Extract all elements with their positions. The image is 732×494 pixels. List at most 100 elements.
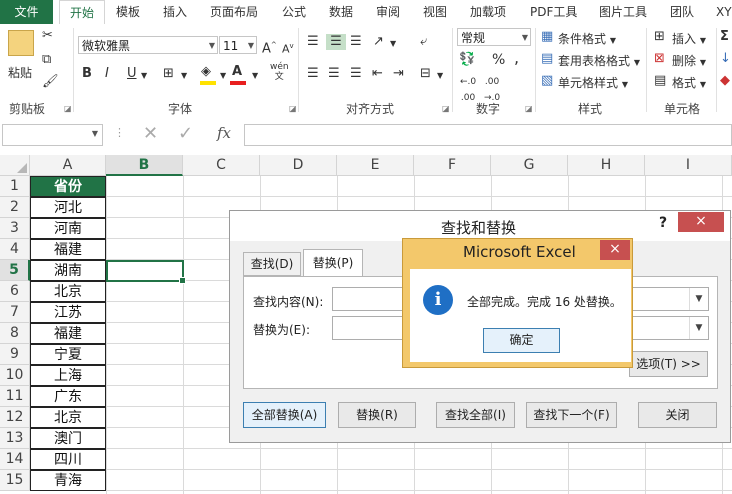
cell-styles-button[interactable]: 单元格样式 ▼ xyxy=(558,74,628,91)
formula-input[interactable] xyxy=(244,124,732,146)
format-cells-button[interactable]: 格式 ▼ xyxy=(672,74,706,91)
column-header-i[interactable]: I xyxy=(645,155,732,176)
tab-review[interactable]: 审阅 xyxy=(376,0,400,24)
row-header[interactable]: 3 xyxy=(0,218,30,239)
font-name-combo[interactable]: 微软雅黑 ▼ xyxy=(78,36,218,54)
replace-all-button[interactable]: 全部替换(A) xyxy=(243,402,326,428)
column-header-f[interactable]: F xyxy=(414,155,491,176)
active-cell-b5[interactable] xyxy=(106,260,186,284)
number-format-combo[interactable]: 常规 ▼ xyxy=(457,28,531,46)
find-next-button[interactable]: 查找下一个(F) xyxy=(526,402,617,428)
close-button[interactable]: 关闭 xyxy=(638,402,717,428)
fill-color-icon[interactable]: ◈ xyxy=(201,64,211,80)
fill-down-icon[interactable]: ↓ xyxy=(720,51,731,67)
name-box[interactable]: ▼ xyxy=(2,124,103,146)
border-icon[interactable]: ⊞ xyxy=(163,66,174,82)
tab-picture-tools[interactable]: 图片工具 xyxy=(599,0,647,24)
tab-find[interactable]: 查找(D) xyxy=(243,252,301,276)
orientation-icon[interactable]: ↗ xyxy=(373,34,384,50)
cell-a-header[interactable]: 省份 xyxy=(30,176,106,197)
increase-indent-icon[interactable]: ⇥ xyxy=(393,66,404,82)
cell-a[interactable]: 北京 xyxy=(30,281,106,302)
replace-with-dropdown-icon[interactable]: ▼ xyxy=(689,317,708,339)
fill-handle[interactable] xyxy=(179,277,186,284)
column-header-b[interactable]: B xyxy=(106,155,183,176)
find-what-dropdown-icon[interactable]: ▼ xyxy=(689,288,708,310)
paste-icon[interactable] xyxy=(8,30,34,56)
confirm-entry-icon[interactable]: ✓ xyxy=(178,123,193,144)
percent-button[interactable]: % xyxy=(492,52,505,68)
align-center-icon[interactable]: ☰ xyxy=(328,66,340,82)
column-header-d[interactable]: D xyxy=(260,155,337,176)
ok-button[interactable]: 确定 xyxy=(483,328,560,353)
align-bottom-icon[interactable]: ☰ xyxy=(350,34,362,50)
increase-decimal-icon[interactable]: ←.0.00 xyxy=(460,74,476,106)
tab-team[interactable]: 团队 xyxy=(670,0,694,24)
row-header[interactable]: 12 xyxy=(0,407,30,428)
currency-icon[interactable]: 💱 xyxy=(459,52,475,68)
row-header[interactable]: 2 xyxy=(0,197,30,218)
font-size-combo[interactable]: 11 ▼ xyxy=(219,36,257,54)
find-all-button[interactable]: 查找全部(I) xyxy=(436,402,515,428)
alignment-launcher-icon[interactable]: ◪ xyxy=(442,104,450,113)
tab-home[interactable]: 开始 xyxy=(59,0,105,26)
options-button[interactable]: 选项(T) >> xyxy=(629,351,708,377)
row-header[interactable]: 7 xyxy=(0,302,30,323)
conditional-format-button[interactable]: 条件格式 ▼ xyxy=(558,30,616,47)
wrap-text-icon[interactable]: ⤶ xyxy=(420,34,427,50)
replace-button[interactable]: 替换(R) xyxy=(338,402,416,428)
autosum-icon[interactable]: Σ xyxy=(720,29,729,45)
row-header[interactable]: 4 xyxy=(0,239,30,260)
bold-button[interactable]: B xyxy=(82,66,92,82)
shrink-font-button[interactable]: Av xyxy=(282,38,294,58)
column-header-a[interactable]: A xyxy=(30,155,106,176)
number-launcher-icon[interactable]: ◪ xyxy=(525,104,533,113)
row-header[interactable]: 9 xyxy=(0,344,30,365)
message-box-close-button[interactable]: × xyxy=(600,240,630,260)
underline-button[interactable]: U xyxy=(127,66,137,82)
tab-pdf-tools[interactable]: PDF工具 xyxy=(530,0,577,24)
tab-xy[interactable]: XY xyxy=(716,0,732,24)
clipboard-launcher-icon[interactable]: ◪ xyxy=(64,104,72,113)
row-header[interactable]: 10 xyxy=(0,365,30,386)
tab-page-layout[interactable]: 页面布局 xyxy=(210,0,258,24)
row-header[interactable]: 15 xyxy=(0,470,30,491)
cut-icon[interactable]: ✂ xyxy=(42,28,53,44)
column-header-c[interactable]: C xyxy=(183,155,260,176)
font-launcher-icon[interactable]: ◪ xyxy=(289,104,297,113)
phonetic-button[interactable]: wén 文 xyxy=(270,62,289,82)
row-header[interactable]: 8 xyxy=(0,323,30,344)
tab-view[interactable]: 视图 xyxy=(423,0,447,24)
tab-replace[interactable]: 替换(P) xyxy=(303,249,363,277)
align-right-icon[interactable]: ☰ xyxy=(350,66,362,82)
underline-dropdown-icon[interactable]: ▼ xyxy=(141,68,147,84)
delete-cells-button[interactable]: 删除 ▼ xyxy=(672,52,706,69)
cell-a[interactable]: 宁夏 xyxy=(30,344,106,365)
paste-button[interactable]: 粘贴 xyxy=(8,64,32,81)
insert-function-button[interactable]: fx xyxy=(217,124,231,142)
cell-a[interactable]: 四川 xyxy=(30,449,106,470)
grow-font-button[interactable]: A^ xyxy=(262,37,277,57)
row-header[interactable]: 6 xyxy=(0,281,30,302)
cell-a[interactable]: 江苏 xyxy=(30,302,106,323)
font-color-dropdown-icon[interactable]: ▼ xyxy=(252,68,258,84)
cell-a[interactable]: 上海 xyxy=(30,365,106,386)
find-dialog-close-button[interactable]: × xyxy=(678,212,724,232)
cell-a[interactable]: 福建 xyxy=(30,323,106,344)
orientation-dropdown-icon[interactable]: ▼ xyxy=(390,36,396,52)
select-all-corner[interactable] xyxy=(0,155,30,176)
cell-a[interactable]: 福建 xyxy=(30,239,106,260)
tab-insert[interactable]: 插入 xyxy=(163,0,187,24)
row-header-selected[interactable]: 5 xyxy=(0,260,30,281)
column-header-g[interactable]: G xyxy=(491,155,568,176)
cell-a[interactable]: 湖南 xyxy=(30,260,106,281)
help-button[interactable]: ? xyxy=(659,215,667,231)
cancel-entry-icon[interactable]: ✕ xyxy=(143,123,158,144)
tab-data[interactable]: 数据 xyxy=(329,0,353,24)
tab-file[interactable]: 文件 xyxy=(0,0,53,24)
tab-addins[interactable]: 加载项 xyxy=(470,0,506,24)
decrease-indent-icon[interactable]: ⇤ xyxy=(372,66,383,82)
copy-icon[interactable]: ⧉ xyxy=(42,52,51,68)
tab-formulas[interactable]: 公式 xyxy=(282,0,306,24)
cell-a[interactable]: 青海 xyxy=(30,470,106,491)
